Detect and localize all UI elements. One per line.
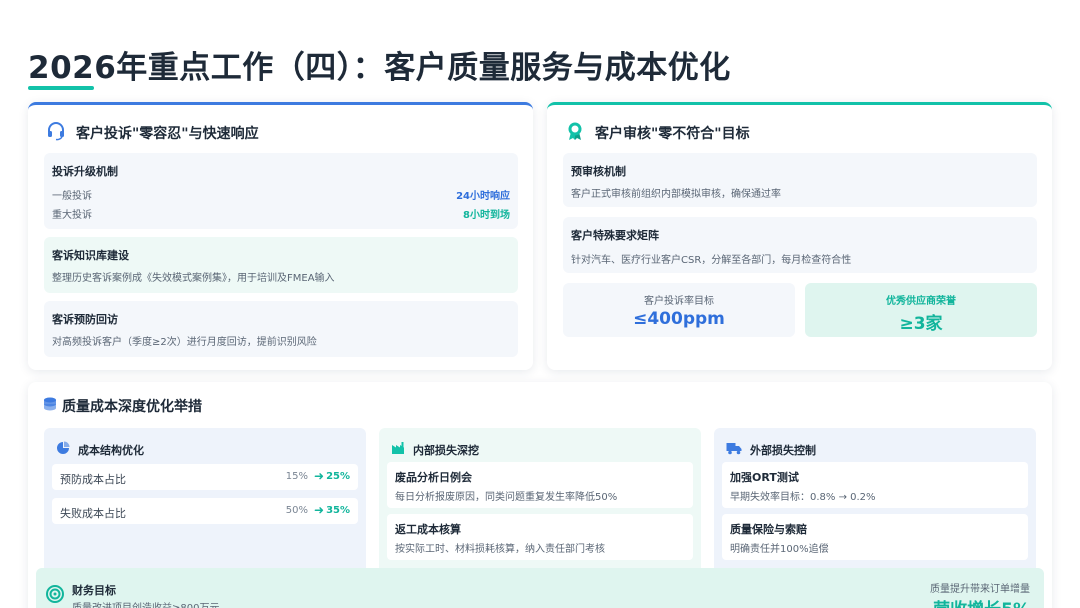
escalation-title: 投诉升级机制 (52, 165, 118, 178)
factory-icon (391, 440, 405, 459)
complaint-rate-metric: 客户投诉率目标 ≤400ppm (563, 283, 795, 337)
ratio-from: 15% (285, 471, 308, 482)
ratio-row: 预防成本占比 15% ➜ 25% (52, 464, 358, 490)
knowledge-title: 客诉知识库建设 (52, 249, 129, 262)
measure-desc: 每日分析报废原因，同类问题重复发生率降低50% (395, 492, 618, 503)
pie-chart-icon (56, 440, 70, 459)
page-title: 2026年重点工作（四）：客户质量服务与成本优化 (28, 50, 731, 86)
escalation-row-value: 24小时响应 (456, 191, 510, 202)
measure-title: 返工成本核算 (395, 523, 461, 536)
order-increase-label: 质量提升带来订单增量 (930, 584, 1030, 595)
finance-target-strip: 财务目标 质量改进项目创造收益≥800万元 质量提升带来订单增量 营收增长5% (36, 568, 1044, 608)
escalation-row-value: 8小时到场 (463, 210, 510, 221)
complaint-card-title: 客户投诉"零容忍"与快速响应 (76, 126, 259, 142)
internal-loss-title: 内部损失深挖 (413, 443, 479, 457)
coins-icon (42, 396, 58, 416)
measure-title: 废品分析日例会 (395, 471, 472, 484)
pre-audit-block: 预审核机制 客户正式审核前组织内部模拟审核，确保通过率 (563, 153, 1037, 207)
finance-title: 财务目标 (72, 584, 116, 597)
metric-label: 客户投诉率目标 (644, 296, 714, 307)
cost-structure-header: 成本结构优化 (56, 440, 144, 459)
escalation-block: 投诉升级机制 一般投诉 24小时响应 重大投诉 8小时到场 (44, 153, 518, 229)
measure-item: 质量保险与索赔 明确责任并100%追偿 (722, 514, 1028, 560)
escalation-row-label: 一般投诉 (52, 191, 92, 202)
measure-item: 加强ORT测试 早期失效率目标：0.8% → 0.2% (722, 462, 1028, 508)
metric-value: ≥3家 (899, 314, 943, 334)
external-loss-header: 外部损失控制 (726, 440, 816, 459)
revisit-desc: 对高频投诉客户（季度≥2次）进行月度回访，提前识别风险 (52, 337, 317, 348)
ratio-from: 50% (285, 505, 308, 516)
ratio-label: 预防成本占比 (60, 473, 126, 486)
finance-desc: 质量改进项目创造收益≥800万元 (72, 599, 219, 608)
external-loss-panel: 外部损失控制 加强ORT测试 早期失效率目标：0.8% → 0.2% 质量保险与… (714, 428, 1036, 578)
supplier-honor-metric: 优秀供应商荣誉 ≥3家 (805, 283, 1037, 337)
measure-title: 质量保险与索赔 (730, 523, 807, 536)
cost-card: 质量成本深度优化举措 成本结构优化 预防成本占比 15% ➜ 25% 失败成本占… (28, 382, 1052, 608)
csr-matrix-title: 客户特殊要求矩阵 (571, 229, 659, 242)
metric-value: ≤400ppm (633, 309, 725, 329)
cost-structure-panel: 成本结构优化 预防成本占比 15% ➜ 25% 失败成本占比 50% ➜ 35% (44, 428, 366, 578)
knowledge-block: 客诉知识库建设 整理历史客诉案例成《失效模式案例集》，用于培训及FMEA输入 (44, 237, 518, 293)
knowledge-desc: 整理历史客诉案例成《失效模式案例集》，用于培训及FMEA输入 (52, 273, 335, 284)
award-ribbon-icon (565, 121, 585, 145)
cost-card-title: 质量成本深度优化举措 (62, 399, 202, 415)
arrow-right-icon: ➜ (313, 503, 324, 517)
ratio-to: 35% (326, 505, 350, 516)
measure-desc: 早期失效率目标：0.8% → 0.2% (730, 492, 876, 503)
pre-audit-desc: 客户正式审核前组织内部模拟审核，确保通过率 (571, 189, 781, 200)
complaint-card-header: 客户投诉"零容忍"与快速响应 (46, 121, 259, 145)
arrow-right-icon: ➜ (313, 469, 324, 483)
revenue-growth-value: 营收增长5% (933, 595, 1030, 608)
audit-card: 客户审核"零不符合"目标 预审核机制 客户正式审核前组织内部模拟审核，确保通过率… (547, 102, 1052, 370)
complaint-card: 客户投诉"零容忍"与快速响应 投诉升级机制 一般投诉 24小时响应 重大投诉 8… (28, 102, 533, 370)
metric-label: 优秀供应商荣誉 (886, 296, 956, 307)
measure-desc: 按实际工时、材料损耗核算，纳入责任部门考核 (395, 544, 605, 555)
cost-structure-title: 成本结构优化 (78, 443, 144, 457)
pre-audit-title: 预审核机制 (571, 165, 626, 178)
ratio-row: 失败成本占比 50% ➜ 35% (52, 498, 358, 524)
title-underline (28, 86, 94, 90)
cost-card-header: 质量成本深度优化举措 (42, 396, 202, 416)
ratio-label: 失败成本占比 (60, 507, 126, 520)
escalation-row-label: 重大投诉 (52, 210, 92, 221)
headset-icon (46, 121, 66, 145)
csr-matrix-block: 客户特殊要求矩阵 针对汽车、医疗行业客户CSR，分解至各部门，每月检查符合性 (563, 217, 1037, 273)
audit-card-title: 客户审核"零不符合"目标 (595, 126, 750, 142)
truck-icon (726, 440, 742, 459)
audit-card-header: 客户审核"零不符合"目标 (565, 121, 750, 145)
csr-matrix-desc: 针对汽车、医疗行业客户CSR，分解至各部门，每月检查符合性 (571, 255, 852, 266)
measure-title: 加强ORT测试 (730, 471, 799, 484)
internal-loss-header: 内部损失深挖 (391, 440, 479, 459)
ratio-to: 25% (326, 471, 350, 482)
external-loss-title: 外部损失控制 (750, 443, 816, 457)
internal-loss-panel: 内部损失深挖 废品分析日例会 每日分析报废原因，同类问题重复发生率降低50% 返… (379, 428, 701, 578)
measure-item: 废品分析日例会 每日分析报废原因，同类问题重复发生率降低50% (387, 462, 693, 508)
measure-item: 返工成本核算 按实际工时、材料损耗核算，纳入责任部门考核 (387, 514, 693, 560)
measure-desc: 明确责任并100%追偿 (730, 544, 829, 555)
revisit-block: 客诉预防回访 对高频投诉客户（季度≥2次）进行月度回访，提前识别风险 (44, 301, 518, 357)
target-icon (46, 585, 64, 607)
revisit-title: 客诉预防回访 (52, 313, 118, 326)
